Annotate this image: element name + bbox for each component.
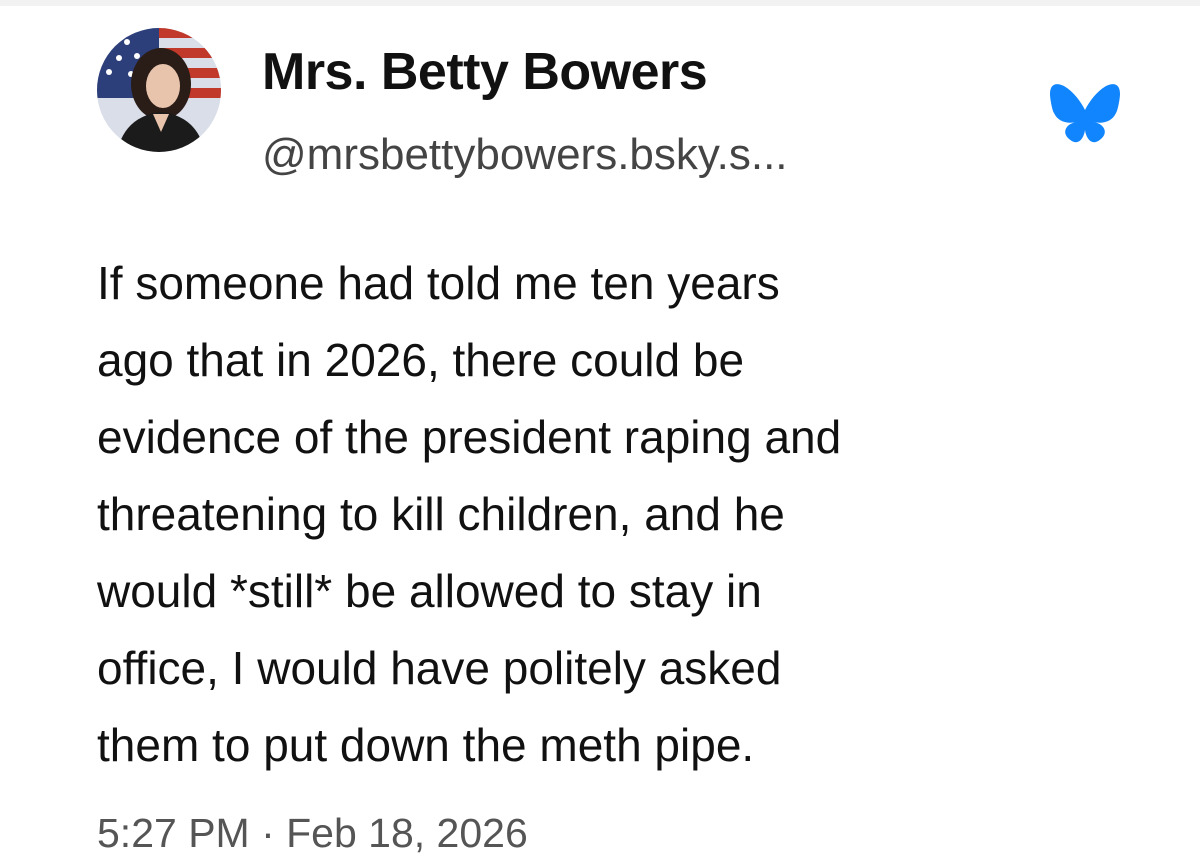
author-handle[interactable]: @mrsbettybowers.bsky.s... xyxy=(262,130,788,180)
post-text-line: them to put down the meth pipe. xyxy=(97,719,755,771)
post-text-line: evidence of the president raping and xyxy=(97,411,842,463)
post-text-line: office, I would have politely asked xyxy=(97,642,782,694)
post-text-line: If someone had told me ten years xyxy=(97,257,780,309)
post-text-line: ago that in 2026, there could be xyxy=(97,334,745,386)
post-text-line: would *still* be allowed to stay in xyxy=(97,565,762,617)
bluesky-butterfly-icon[interactable] xyxy=(1048,82,1122,148)
post-timestamp[interactable]: 5:27 PM · Feb 18, 2026 xyxy=(97,810,528,857)
avatar-image xyxy=(97,28,221,152)
post-text-line: threatening to kill children, and he xyxy=(97,488,785,540)
avatar[interactable] xyxy=(97,28,221,152)
post-card: Mrs. Betty Bowers @mrsbettybowers.bsky.s… xyxy=(0,0,1200,867)
post-text: If someone had told me ten years ago tha… xyxy=(97,245,1167,784)
author-display-name[interactable]: Mrs. Betty Bowers xyxy=(262,42,708,102)
